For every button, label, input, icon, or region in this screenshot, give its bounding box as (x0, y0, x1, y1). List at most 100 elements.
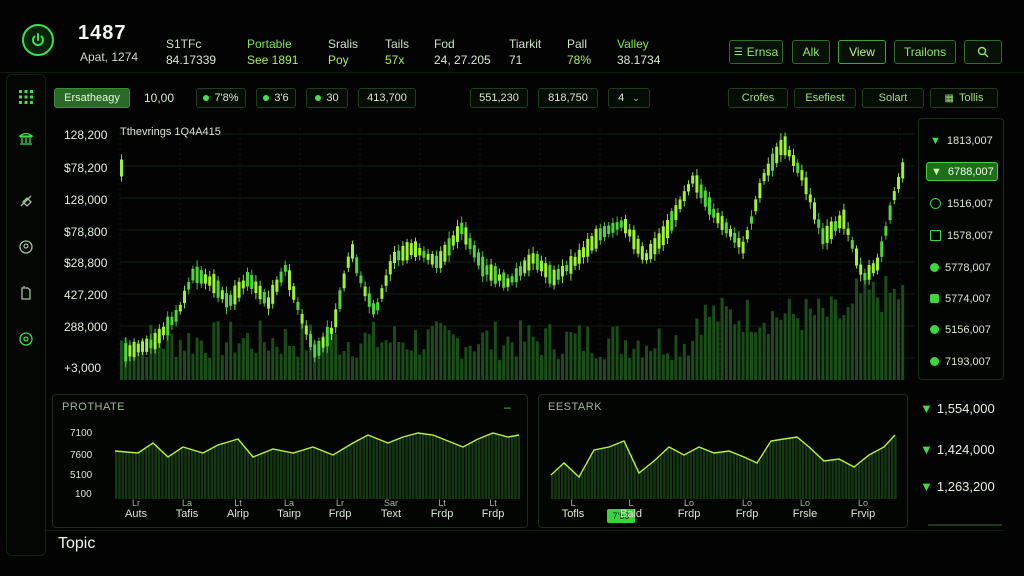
candle (729, 229, 732, 237)
mini-bar (435, 435, 438, 499)
mini-bar (349, 445, 352, 499)
volume-bar (519, 320, 522, 380)
candle (195, 266, 199, 283)
candle (703, 190, 707, 207)
mini-bar (415, 433, 418, 499)
volume-bar (447, 330, 451, 380)
header-button-1[interactable]: ☰ Ernsa (729, 40, 783, 64)
chip-high[interactable]: 818,750 (538, 88, 598, 108)
mini-bar (758, 460, 762, 499)
mini-chart-title: EESTARK (548, 401, 603, 413)
candle (426, 253, 430, 260)
chip-count[interactable]: 3'6 (256, 88, 296, 108)
candle (254, 281, 258, 293)
chip-value[interactable]: 10,00 (136, 88, 182, 108)
mini-bar (735, 453, 739, 499)
volume-bar (271, 338, 275, 380)
chip-thirty[interactable]: 30 (306, 88, 348, 108)
volume-bar (871, 281, 875, 380)
mini-bar (679, 452, 683, 499)
watchlist-item[interactable]: ▼ 1813,007 (926, 131, 998, 150)
candle (220, 290, 224, 300)
volume-bar (397, 341, 401, 380)
tag-icon[interactable] (18, 193, 34, 209)
volume-bar (435, 321, 438, 380)
chip-percent[interactable]: 7'8% (196, 88, 246, 108)
candle (527, 254, 531, 271)
volume-bar (867, 289, 871, 380)
mini-bar (791, 437, 795, 499)
candle (460, 222, 464, 235)
mini-bar (339, 451, 342, 499)
at-icon[interactable] (18, 331, 34, 347)
chip-low[interactable]: 551,230 (470, 88, 528, 108)
watchlist-item[interactable]: 5778,007 (926, 258, 998, 277)
mini-bar (844, 462, 848, 499)
candle (166, 316, 170, 336)
volume-bar (544, 328, 548, 380)
view-button[interactable]: View (838, 40, 886, 64)
candle (283, 265, 287, 272)
candle (829, 221, 833, 239)
watchlist-item-selected[interactable]: ▼ 6788,007 (926, 162, 998, 181)
volume-bar (338, 354, 342, 380)
watchlist-item[interactable]: 5156,007 (926, 320, 998, 339)
mini-bar (121, 451, 124, 499)
action-solart[interactable]: Solart (862, 88, 924, 108)
volume-bar (838, 318, 842, 380)
header-button-4[interactable]: Trailons (894, 40, 956, 64)
volume-bar (296, 356, 300, 380)
mini-x-label: Sar Text (371, 498, 411, 520)
candle (632, 229, 636, 250)
main-chart[interactable] (52, 118, 914, 386)
volume-bar (199, 340, 203, 380)
app-logo[interactable] (22, 24, 54, 56)
volume-bar (283, 329, 287, 380)
volume-bar (498, 359, 501, 380)
user-icon[interactable] (18, 239, 34, 255)
minimize-icon[interactable]: – (504, 400, 511, 414)
watchlist-item[interactable]: 1516,007 (926, 194, 998, 213)
candle (796, 162, 800, 173)
volume-bar (800, 330, 804, 380)
mini-x-text: Frdp (677, 508, 701, 520)
chip-price[interactable]: 413,700 (358, 88, 416, 108)
document-icon[interactable] (18, 285, 34, 301)
mini-bar (821, 458, 824, 499)
stat-2: Portable See 1891 (247, 37, 299, 67)
footer-divider (44, 530, 1004, 531)
mini-x-tick: Lr (335, 498, 344, 508)
mini-bar (857, 463, 861, 499)
volume-bar (246, 333, 249, 380)
candle (724, 222, 728, 234)
volume-bar (674, 335, 678, 380)
mini-bar (491, 433, 494, 499)
watchlist-item[interactable]: 7193,007 (926, 352, 998, 371)
volume-bar (842, 315, 846, 380)
action-crofes[interactable]: Crofes (728, 88, 788, 108)
volume-bar (531, 336, 535, 380)
mini-bar (247, 449, 250, 499)
search-button[interactable] (964, 40, 1002, 64)
interval-select[interactable]: 4 ⌄ (608, 88, 650, 108)
mini-bar (854, 466, 857, 499)
mini-bar (716, 452, 719, 499)
chip-strategy[interactable]: Ersatheagy (54, 88, 130, 108)
summary-value: ▼ 1,554,000 (920, 401, 995, 416)
candle (678, 199, 682, 210)
mini-bar (481, 437, 484, 499)
bank-icon[interactable] (18, 131, 34, 147)
candle (758, 183, 762, 199)
mini-bar (171, 454, 174, 499)
watchlist-item[interactable]: 5774,007 (926, 289, 998, 308)
volume-bar (762, 322, 766, 380)
table-icon: ▦ (944, 92, 954, 104)
grid-icon[interactable] (18, 89, 34, 105)
action-esefiest[interactable]: Esefiest (794, 88, 856, 108)
volume-bar (225, 342, 228, 380)
header-button-2[interactable]: Alk (792, 40, 830, 64)
mini-bar (451, 442, 454, 499)
watchlist-item[interactable]: 1578,007 (926, 226, 998, 245)
action-tollis[interactable]: ▦ Tollis (930, 88, 998, 108)
volume-bar (540, 354, 543, 380)
